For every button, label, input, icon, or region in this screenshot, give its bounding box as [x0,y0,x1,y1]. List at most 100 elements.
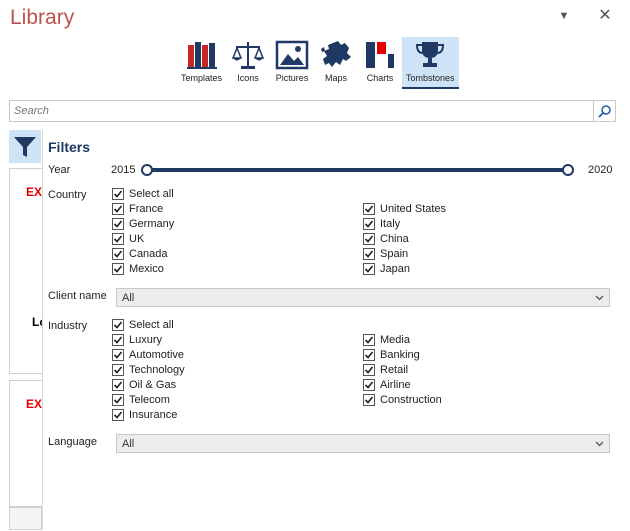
checkbox-checked-icon[interactable] [112,188,124,200]
checkbox-checked-icon[interactable] [112,233,124,245]
country-option-checkbox-label: Mexico [129,263,164,275]
search-button[interactable] [593,101,615,121]
library-toolbar: Templates Icons Pictures Maps Charts Tom… [177,37,459,89]
checkbox-checked-icon[interactable] [112,394,124,406]
year-min-value: 2015 [111,164,136,176]
year-label: Year [48,164,71,176]
industry-select-all-checkbox[interactable]: Select all [112,318,174,332]
tab-tombstones-label: Tombstones [406,73,455,83]
country-option-checkbox-label: Italy [380,218,401,230]
industry-option-checkbox-label: Oil & Gas [129,379,177,391]
checkbox-checked-icon[interactable] [363,248,375,260]
tombstone-card[interactable]: EX [9,380,42,507]
tab-tombstones[interactable]: Tombstones [402,37,459,89]
country-option-checkbox[interactable]: Italy [363,217,400,231]
country-option-checkbox[interactable]: Canada [112,247,168,261]
chevron-down-icon [595,441,604,446]
tab-pictures-label: Pictures [275,73,309,83]
industry-option-checkbox-label: Telecom [129,394,170,406]
language-value: All [122,437,135,450]
country-select-all-checkbox-label: Select all [129,188,174,200]
industry-option-checkbox-label: Construction [380,394,442,406]
tab-maps[interactable]: Maps [314,37,358,89]
checkbox-checked-icon[interactable] [363,364,375,376]
client-name-select[interactable]: All [116,288,610,307]
country-option-checkbox-label: Spain [380,248,409,260]
language-select[interactable]: All [116,434,610,453]
checkbox-checked-icon[interactable] [363,394,375,406]
checkbox-checked-icon[interactable] [112,364,124,376]
tab-pictures[interactable]: Pictures [270,37,314,89]
industry-option-checkbox[interactable]: Retail [363,363,408,377]
trophy-icon [412,39,448,71]
language-label: Language [48,436,97,448]
year-max-handle[interactable] [562,164,574,176]
checkbox-checked-icon[interactable] [363,218,375,230]
window-title: Library [10,6,75,29]
country-label: Country [48,189,87,201]
industry-option-checkbox[interactable]: Telecom [112,393,170,407]
industry-option-checkbox-label: Banking [380,349,420,361]
industry-option-checkbox[interactable]: Media [363,333,410,347]
country-option-checkbox[interactable]: Spain [363,247,408,261]
country-option-checkbox[interactable]: Germany [112,217,174,231]
funnel-icon [14,136,36,157]
checkbox-checked-icon[interactable] [363,334,375,346]
scrollbar-area [9,507,42,530]
country-option-checkbox[interactable]: Mexico [112,262,164,276]
checkbox-checked-icon[interactable] [112,319,124,331]
search-input[interactable] [10,101,585,121]
filters-title: Filters [48,139,91,155]
industry-option-checkbox[interactable]: Banking [363,348,420,362]
client-name-value: All [122,291,135,304]
tab-icons-label: Icons [237,73,259,83]
industry-option-checkbox[interactable]: Technology [112,363,185,377]
country-option-checkbox[interactable]: United States [363,202,446,216]
filter-toggle-button[interactable] [9,130,41,163]
country-option-checkbox[interactable]: Japan [363,262,410,276]
close-icon[interactable]: ✕ [594,6,616,26]
year-min-handle[interactable] [141,164,153,176]
country-option-checkbox-label: United States [380,203,447,215]
industry-select-all-checkbox-label: Select all [129,319,174,331]
options-dropdown-icon[interactable]: ▼ [553,6,575,26]
industry-option-checkbox[interactable]: Construction [363,393,442,407]
chart-icon [362,39,398,71]
industry-option-checkbox-label: Luxury [129,334,163,346]
card-text: EX [26,397,42,411]
checkbox-checked-icon[interactable] [112,263,124,275]
country-option-checkbox[interactable]: UK [112,232,144,246]
industry-option-checkbox[interactable]: Automotive [112,348,184,362]
checkbox-checked-icon[interactable] [363,349,375,361]
industry-label: Industry [48,320,88,332]
industry-option-checkbox[interactable]: Oil & Gas [112,378,176,392]
checkbox-checked-icon[interactable] [363,203,375,215]
checkbox-checked-icon[interactable] [363,263,375,275]
country-select-all-checkbox[interactable]: Select all [112,187,174,201]
checkbox-checked-icon[interactable] [363,233,375,245]
scales-icon [230,39,266,71]
year-range-slider[interactable] [147,168,568,172]
checkbox-checked-icon[interactable] [112,203,124,215]
tab-charts[interactable]: Charts [358,37,402,89]
industry-option-checkbox[interactable]: Airline [363,378,411,392]
industry-option-checkbox[interactable]: Insurance [112,408,177,422]
checkbox-checked-icon[interactable] [112,218,124,230]
tab-templates[interactable]: Templates [177,37,226,89]
tombstone-card[interactable]: EX Lo [9,168,42,374]
country-option-checkbox-label: France [129,203,164,215]
industry-option-checkbox[interactable]: Luxury [112,333,162,347]
country-option-checkbox[interactable]: France [112,202,163,216]
checkbox-checked-icon[interactable] [112,334,124,346]
checkbox-checked-icon[interactable] [112,349,124,361]
country-option-checkbox[interactable]: China [363,232,409,246]
checkbox-checked-icon[interactable] [112,379,124,391]
industry-option-checkbox-label: Automotive [129,349,185,361]
tab-icons[interactable]: Icons [226,37,270,89]
country-option-checkbox-label: UK [129,233,145,245]
client-name-label: Client name [48,290,107,302]
search-icon [597,105,611,118]
checkbox-checked-icon[interactable] [112,409,124,421]
checkbox-checked-icon[interactable] [112,248,124,260]
checkbox-checked-icon[interactable] [363,379,375,391]
